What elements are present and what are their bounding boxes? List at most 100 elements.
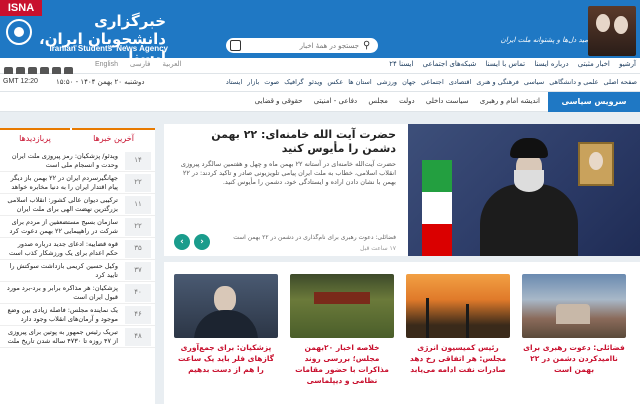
nav-item-video[interactable]: ویدئو xyxy=(309,78,323,86)
nav-item-home[interactable]: صفحه اصلی xyxy=(604,78,637,86)
utility-link-isna24[interactable]: ایسنا ۲۴ xyxy=(389,60,413,68)
list-item-text[interactable]: پزشکیان: هر مذاکره برابر و برد-برد مورد … xyxy=(4,284,118,302)
nav-item-sport[interactable]: ورزشی xyxy=(377,78,397,86)
list-item-number: ۱۱ xyxy=(125,196,151,214)
lang-persian[interactable]: فارسی xyxy=(130,61,151,68)
news-card-title[interactable]: رئیس کمیسیون انرژی مجلس: هر اتفاقی رخ ده… xyxy=(406,342,510,375)
list-item-text[interactable]: وکیل حسین کریمی بازداشت سوکتش را تایید ک… xyxy=(4,262,118,280)
calendar-icon[interactable] xyxy=(230,40,241,51)
list-item[interactable]: وکیل حسین کریمی بازداشت سوکتش را تایید ک… xyxy=(0,260,155,282)
search-icon[interactable]: ⚲ xyxy=(363,40,374,51)
isna-logo-icon[interactable] xyxy=(6,19,32,45)
list-item-text[interactable]: تبریک رئیس جمهور به پوتین برای پیروزی از… xyxy=(4,328,118,346)
list-item-number: ۳۵ xyxy=(125,240,151,258)
news-card-title[interactable]: خلاصه اخبار ۲۰بهمن مجلس؛ بررسی روند مذاک… xyxy=(290,342,394,386)
list-item-text[interactable]: سازمان بسیج مستضعفین از مردم برای شرکت د… xyxy=(4,218,118,236)
nav-item-politics[interactable]: سیاسی xyxy=(524,78,544,86)
iran-flag xyxy=(422,160,452,256)
news-card-title[interactable]: پزشکیان: برای جمع‌آوری گازهای فلر باید ی… xyxy=(174,342,278,375)
subnav-item-imam[interactable]: اندیشه امام و رهبری xyxy=(480,97,540,105)
logo-title-en[interactable]: Iranian Students' News Agency xyxy=(8,44,168,53)
list-item[interactable]: پزشکیان: هر مذاکره برابر و برد-برد مورد … xyxy=(0,282,155,304)
list-item-number: ۴۸ xyxy=(125,328,151,346)
section-badge[interactable]: سرویس سیاسی xyxy=(548,92,640,112)
featured-title[interactable]: حضرت آیت الله خامنه‌ای: ۲۲ بهمن دشمن را … xyxy=(176,128,396,156)
news-card[interactable]: رئیس کمیسیون انرژی مجلس: هر اتفاقی رخ ده… xyxy=(406,274,510,375)
featured-story: حضرت آیت الله خامنه‌ای: ۲۲ بهمن دشمن را … xyxy=(164,124,640,256)
main-nav: GMT 12:20 دوشنبه ۲۰ بهمن ۱۴۰۴ - ۱۵:۵۰ صف… xyxy=(0,74,640,92)
sidebar-tabs: پربازدیدها آخرین خبرها xyxy=(0,128,155,148)
tab-most-viewed[interactable]: پربازدیدها xyxy=(0,128,70,148)
section-bar: سرویس سیاسی اندیشه امام و رهبری سیاست دا… xyxy=(0,92,640,112)
list-item[interactable]: جهانگیرسردم ایران در ۲۲ بهمن باز دیگر پی… xyxy=(0,172,155,194)
list-item-text[interactable]: جهانگیرسردم ایران در ۲۲ بهمن باز دیگر پی… xyxy=(4,174,118,192)
figure-beard xyxy=(514,170,544,192)
nav-item-social[interactable]: اجتماعی xyxy=(421,78,444,86)
news-card-image[interactable] xyxy=(406,274,510,338)
site-header: ISNA خبرگزاری دانشجویان ایران، ایسنا Ira… xyxy=(0,0,640,66)
list-item-text[interactable]: ویدئو/ پزشکیان: رمز پیروزی ملت ایران وحد… xyxy=(4,152,118,170)
utility-link-positive[interactable]: اخبار مثبتی xyxy=(578,60,610,68)
nav-item-world[interactable]: جهان xyxy=(402,78,416,86)
figure-body xyxy=(480,184,578,256)
list-item[interactable]: سازمان بسیج مستضعفین از مردم برای شرکت د… xyxy=(0,216,155,238)
nav-item-science[interactable]: علمی و دانشگاهی xyxy=(549,78,598,86)
utility-links: آرشیو اخبار مثبتی درباره ایسنا تماس با ا… xyxy=(382,60,636,68)
news-sidebar: پربازدیدها آخرین خبرها ویدئو/ پزشکیان: ر… xyxy=(0,128,155,404)
list-item-text[interactable]: ترکیبی دیوان عالی کشور: انقلاب اسلامی بز… xyxy=(4,196,118,214)
subnav-item-government[interactable]: دولت xyxy=(399,97,415,105)
category-links: صفحه اصلی علمی و دانشگاهی سیاسی فرهنگی و… xyxy=(182,78,637,86)
list-item-number: ۴۶ xyxy=(125,306,151,324)
utility-link-social[interactable]: شبکه‌های اجتماعی xyxy=(423,60,477,68)
list-item-number: ۱۴ xyxy=(125,152,151,170)
search-box[interactable]: ⚲ xyxy=(226,38,378,53)
nav-item-provinces[interactable]: استان ها xyxy=(348,78,371,86)
subnav-item-defense[interactable]: دفاعی - امنیتی xyxy=(314,97,357,105)
list-item[interactable]: ترکیبی دیوان عالی کشور: انقلاب اسلامی بز… xyxy=(0,194,155,216)
tab-latest-news[interactable]: آخرین خبرها xyxy=(72,128,155,148)
nav-item-photo[interactable]: عکس xyxy=(327,78,343,86)
list-item[interactable]: یک نماینده مجلس: فاصله زیادی بین وضع موج… xyxy=(0,304,155,326)
search-input[interactable] xyxy=(244,39,359,52)
list-item-text[interactable]: قوه قضاییه: ادعای جدید درباره صدور حکم ا… xyxy=(4,240,118,258)
utility-link-contact[interactable]: تماس با ایسنا xyxy=(486,60,526,68)
news-card-image[interactable] xyxy=(290,274,394,338)
news-card[interactable]: خلاصه اخبار ۲۰بهمن مجلس؛ بررسی روند مذاک… xyxy=(290,274,394,386)
header-tagline: امید دل‌ها و پشتوانه ملت ایران xyxy=(500,36,590,44)
subnav-item-parliament[interactable]: مجلس xyxy=(368,97,388,105)
news-card-image[interactable] xyxy=(522,274,626,338)
utility-link-archive[interactable]: آرشیو xyxy=(619,60,636,68)
utility-bar: English العربية فارسی آرشیو اخبار مثبتی … xyxy=(0,58,640,76)
list-item-text[interactable]: یک نماینده مجلس: فاصله زیادی بین وضع موج… xyxy=(4,306,118,324)
nav-item-culture[interactable]: فرهنگی و هنری xyxy=(476,78,518,86)
leaders-portrait xyxy=(588,6,636,56)
nav-item-economy[interactable]: اقتصادی xyxy=(449,78,471,86)
portrait-frame xyxy=(578,142,614,186)
list-item[interactable]: ویدئو/ پزشکیان: رمز پیروزی ملت ایران وحد… xyxy=(0,150,155,172)
language-switcher: English العربية فارسی xyxy=(90,60,187,68)
current-date: دوشنبه ۲۰ بهمن ۱۴۰۴ - ۱۵:۵۰ xyxy=(56,78,145,86)
lang-arabic[interactable]: العربية xyxy=(162,61,181,68)
slider-prev-icon[interactable]: ‹ xyxy=(174,234,190,250)
section-subnav: اندیشه امام و رهبری سیاست داخلی دولت مجل… xyxy=(246,97,540,105)
list-item[interactable]: تبریک رئیس جمهور به پوتین برای پیروزی از… xyxy=(0,326,155,348)
nav-item-istad[interactable]: ایستاد xyxy=(226,78,242,86)
nav-item-graphic[interactable]: گرافیک xyxy=(284,78,303,86)
featured-image[interactable] xyxy=(408,124,640,256)
subnav-item-legal[interactable]: حقوقی و قضایی xyxy=(255,97,303,105)
utility-link-about[interactable]: درباره ایسنا xyxy=(534,60,568,68)
nav-item-market[interactable]: بازار xyxy=(247,78,259,86)
news-card[interactable]: فضائلی: دعوت رهبری برای ناامیدکردن دشمن … xyxy=(522,274,626,375)
list-item[interactable]: قوه قضاییه: ادعای جدید درباره صدور حکم ا… xyxy=(0,238,155,260)
subnav-item-domestic[interactable]: سیاست داخلی xyxy=(426,97,469,105)
list-item-number: ۳۷ xyxy=(125,262,151,280)
news-card-image[interactable] xyxy=(174,274,278,338)
lang-english[interactable]: English xyxy=(95,61,118,68)
news-card-title[interactable]: فضائلی: دعوت رهبری برای ناامیدکردن دشمن … xyxy=(522,342,626,375)
featured-related-link[interactable]: فضائلی: دعوت رهبری برای نام‌گذاری در دشم… xyxy=(196,234,396,241)
nav-item-audio[interactable]: صوت xyxy=(264,78,279,86)
list-item-number: ۲۲ xyxy=(125,174,151,192)
news-card[interactable]: پزشکیان: برای جمع‌آوری گازهای فلر باید ی… xyxy=(174,274,278,375)
news-cards: پزشکیان: برای جمع‌آوری گازهای فلر باید ی… xyxy=(164,262,640,404)
gmt-time: GMT 12:20 xyxy=(3,78,38,85)
